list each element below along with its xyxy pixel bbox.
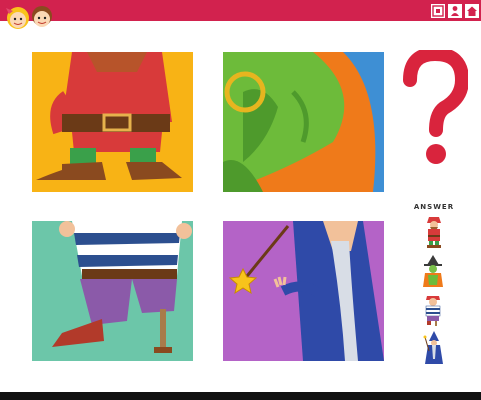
top-bar [0, 0, 481, 21]
puzzle-panel-pirate[interactable] [32, 221, 193, 361]
puzzle-panel-dwarf[interactable] [32, 52, 193, 192]
puzzle-panel-wizard[interactable] [223, 221, 384, 361]
bottom-bar [0, 392, 481, 400]
person-icon[interactable] [448, 4, 462, 18]
home-icon[interactable] [465, 4, 479, 18]
answer-option-pirate[interactable] [419, 293, 447, 327]
kids-logo [6, 6, 52, 29]
copy-icon[interactable] [431, 4, 445, 18]
answer-label: ANSWER [413, 203, 455, 211]
toolbar [431, 3, 479, 19]
puzzle-panel-witch[interactable] [223, 52, 384, 192]
question-mark-icon [403, 50, 468, 164]
answer-option-witch[interactable] [419, 255, 447, 289]
answer-option-wizard[interactable] [420, 331, 448, 365]
answer-option-dwarf[interactable] [420, 215, 448, 249]
